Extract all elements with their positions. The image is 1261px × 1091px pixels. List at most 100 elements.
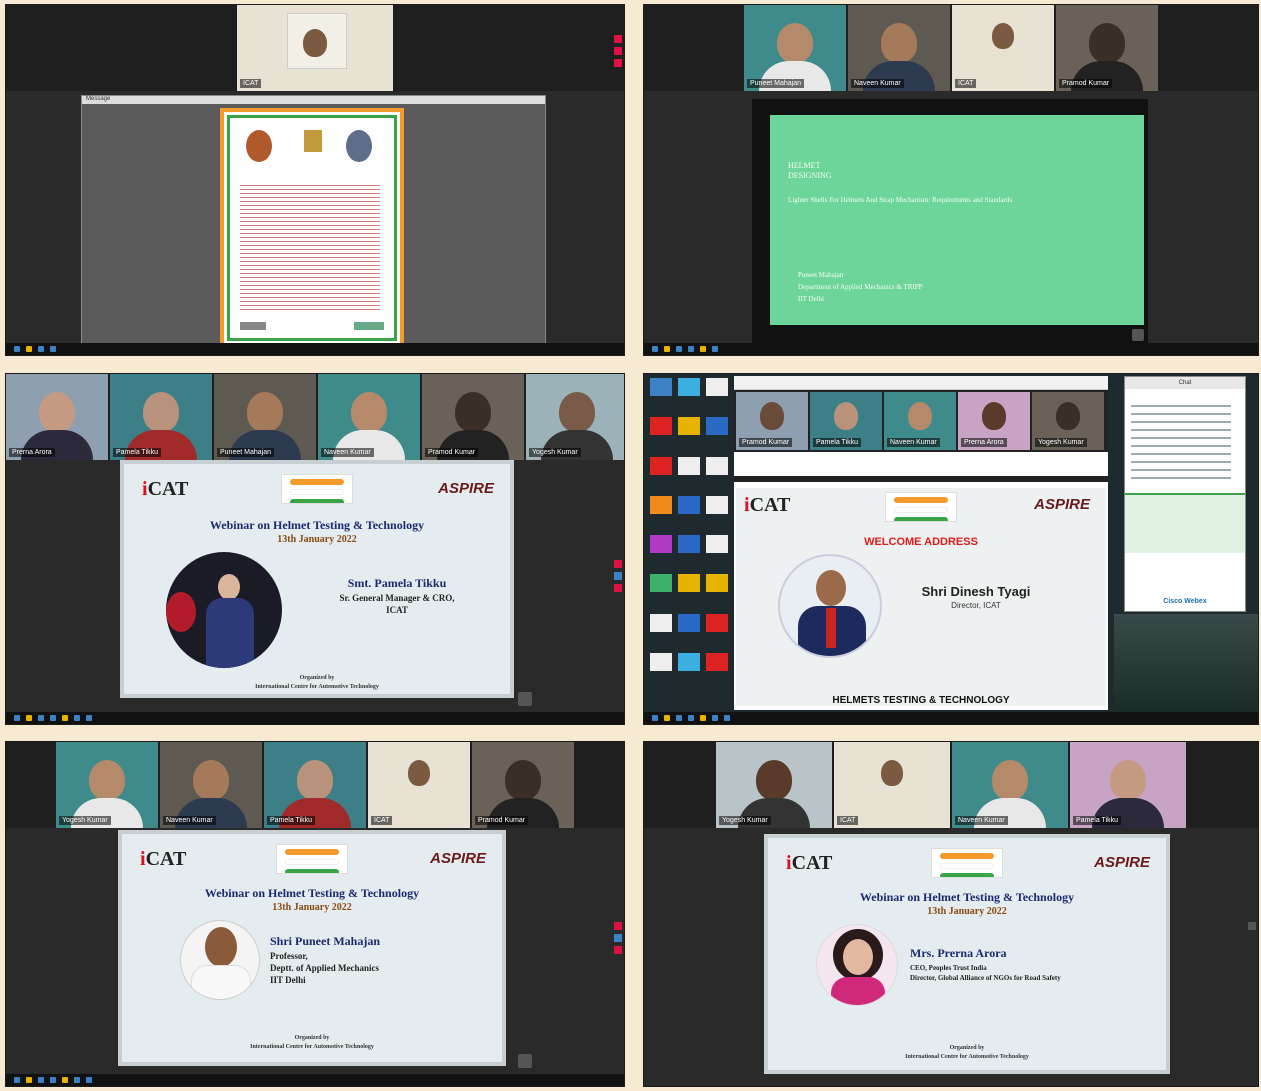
icat-logo: iCAT bbox=[140, 848, 187, 870]
chat-title: Chat bbox=[1125, 377, 1245, 389]
portrait-left bbox=[246, 130, 272, 162]
participant-name: Pamela Tikku bbox=[1073, 816, 1122, 825]
participant-name: Naveen Kumar bbox=[163, 816, 216, 825]
taskbar bbox=[6, 343, 624, 355]
participant-tile[interactable]: Yogesh Kumar bbox=[526, 374, 624, 460]
speaker-name: Smt. Pamela Tikku bbox=[347, 576, 447, 590]
toolbar-area bbox=[734, 452, 1108, 482]
taskbar bbox=[644, 712, 1258, 724]
desktop-icon[interactable] bbox=[650, 652, 672, 671]
speaker-title: Professor, bbox=[270, 951, 308, 961]
participant-tile[interactable]: Puneet Mahajan bbox=[744, 5, 846, 91]
organizer-name: International Centre for Automotive Tech… bbox=[905, 1054, 1029, 1060]
participant-tile[interactable]: Yogesh Kumar bbox=[716, 742, 832, 828]
welcome-banner: WELCOME ADDRESS bbox=[864, 536, 978, 548]
organizer-name: International Centre for Automotive Tech… bbox=[250, 1044, 374, 1050]
desktop-icon[interactable] bbox=[706, 495, 728, 514]
desktop-icon[interactable] bbox=[706, 652, 728, 671]
slide-title: Webinar on Helmet Testing & Technology bbox=[204, 886, 420, 900]
participant-tile[interactable]: Pamela Tikku bbox=[264, 742, 366, 828]
participant-tile[interactable]: Pramod Kumar bbox=[736, 392, 808, 450]
desktop-icon[interactable] bbox=[678, 417, 700, 436]
share-control-icon[interactable] bbox=[1132, 329, 1144, 341]
signature-right bbox=[354, 322, 384, 330]
participant-tile[interactable]: ICAT bbox=[952, 5, 1054, 91]
participant-tile[interactable]: Pamela Tikku bbox=[110, 374, 212, 460]
desktop-icon[interactable] bbox=[678, 495, 700, 514]
aspire-logo: ASPIRE bbox=[1094, 854, 1150, 871]
participant-tile[interactable]: Pamela Tikku bbox=[810, 392, 882, 450]
chat-input-area[interactable] bbox=[1125, 493, 1245, 553]
icat-logo: iCAT bbox=[744, 494, 791, 516]
participant-tile[interactable]: Naveen Kumar bbox=[318, 374, 420, 460]
participant-tile[interactable]: Pamela Tikku bbox=[1070, 742, 1186, 828]
share-control-icon[interactable] bbox=[518, 1054, 532, 1068]
desktop-icon[interactable] bbox=[706, 574, 728, 593]
participant-tile[interactable]: Yogesh Kumar bbox=[56, 742, 158, 828]
participant-name: Puneet Mahajan bbox=[217, 448, 274, 457]
participant-tile[interactable]: Prerna Arora bbox=[6, 374, 108, 460]
slide-footer: HELMETS TESTING & TECHNOLOGY bbox=[832, 695, 1010, 706]
participant-tile[interactable]: Naveen Kumar bbox=[848, 5, 950, 91]
participant-tile[interactable]: ICAT bbox=[368, 742, 470, 828]
slide-title: Webinar on Helmet Testing & Technology bbox=[859, 890, 1075, 904]
side-icons bbox=[614, 35, 622, 95]
desktop-icon[interactable] bbox=[678, 535, 700, 553]
desktop-icon[interactable] bbox=[650, 613, 672, 632]
desktop-icon[interactable] bbox=[706, 378, 728, 396]
participant-name: Pamela Tikku bbox=[267, 816, 316, 825]
emblem-icon bbox=[304, 130, 322, 152]
participant-tile[interactable]: Yogesh Kumar bbox=[1032, 392, 1104, 450]
desktop-icon[interactable] bbox=[650, 535, 672, 553]
desktop-icon[interactable] bbox=[650, 574, 672, 593]
speaker-name: Shri Puneet Mahajan bbox=[270, 934, 381, 948]
desktop-icon[interactable] bbox=[650, 417, 672, 436]
participant-name: ICAT bbox=[955, 79, 977, 88]
participant-tile[interactable]: ICAT bbox=[237, 5, 393, 91]
participant-tile[interactable]: ICAT bbox=[834, 742, 950, 828]
screenshot-panel-5: Yogesh Kumar Naveen Kumar Pamela Tikku I… bbox=[5, 741, 625, 1087]
desktop-wallpaper bbox=[1114, 614, 1258, 714]
desktop-icon[interactable] bbox=[706, 456, 728, 475]
participant-name: Naveen Kumar bbox=[887, 438, 940, 447]
participant-name: Puneet Mahajan bbox=[747, 79, 804, 88]
desktop-icon[interactable] bbox=[678, 652, 700, 671]
slide-title: Webinar on Helmet Testing & Technology bbox=[209, 518, 425, 532]
desktop-icon[interactable] bbox=[678, 613, 700, 632]
desktop-icon[interactable] bbox=[650, 495, 672, 514]
participant-tile[interactable]: Puneet Mahajan bbox=[214, 374, 316, 460]
desktop-icon[interactable] bbox=[706, 417, 728, 436]
screenshot-panel-6: Yogesh Kumar ICAT Naveen Kumar Pamela Ti… bbox=[643, 741, 1259, 1087]
participant-name: Naveen Kumar bbox=[851, 79, 904, 88]
participant-tile[interactable]: Naveen Kumar bbox=[952, 742, 1068, 828]
certificate-document bbox=[220, 108, 404, 348]
participant-tile[interactable]: Naveen Kumar bbox=[884, 392, 956, 450]
participant-name: Yogesh Kumar bbox=[1035, 438, 1087, 447]
participant-tile[interactable]: Naveen Kumar bbox=[160, 742, 262, 828]
desktop-icon[interactable] bbox=[650, 378, 672, 396]
window-tabs[interactable] bbox=[734, 376, 1108, 390]
side-icons bbox=[614, 560, 622, 620]
screenshot-panel-2: Puneet Mahajan Naveen Kumar ICAT Pramod … bbox=[643, 4, 1259, 356]
azadi-logo bbox=[885, 492, 957, 522]
desktop-icon[interactable] bbox=[678, 378, 700, 396]
participant-tile[interactable]: Pramod Kumar bbox=[472, 742, 574, 828]
share-control-icon[interactable] bbox=[518, 692, 532, 706]
presentation-slide: iCAT ASPIRE WELCOME ADDRESS Shri Dinesh … bbox=[736, 488, 1106, 706]
desktop-icon[interactable] bbox=[678, 574, 700, 593]
desktop-icon[interactable] bbox=[706, 613, 728, 632]
chat-list bbox=[1131, 399, 1231, 485]
presentation-slide: HELMET DESIGNING Lighter Shells For Helm… bbox=[770, 115, 1144, 325]
participant-name: Pramod Kumar bbox=[425, 448, 479, 457]
participant-tile[interactable]: Pramod Kumar bbox=[1056, 5, 1158, 91]
viewer-header: Message bbox=[82, 96, 545, 104]
participant-tile[interactable]: Pramod Kumar bbox=[422, 374, 524, 460]
participant-strip: Yogesh Kumar Naveen Kumar Pamela Tikku I… bbox=[6, 742, 624, 828]
desktop-icon[interactable] bbox=[678, 456, 700, 475]
azadi-logo bbox=[931, 848, 1003, 878]
chat-footer: Cisco Webex bbox=[1163, 598, 1207, 605]
desktop-icon[interactable] bbox=[706, 535, 728, 553]
aspire-logo: ASPIRE bbox=[1034, 496, 1090, 513]
participant-tile[interactable]: Prerna Arora bbox=[958, 392, 1030, 450]
desktop-icon[interactable] bbox=[650, 456, 672, 475]
